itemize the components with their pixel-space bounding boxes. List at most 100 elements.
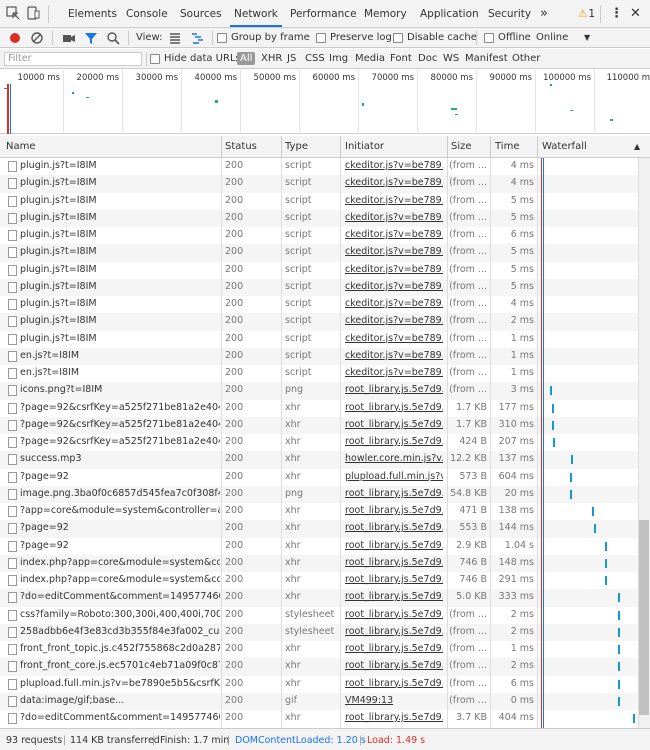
throttling-select[interactable]: Online [536,32,568,43]
request-name[interactable]: plugin.js?t=I8IM [20,212,220,223]
filter-type-other[interactable]: Other [512,53,540,64]
filter-type-media[interactable]: Media [355,53,385,64]
overview-icon[interactable] [190,31,204,45]
warnings-indicator[interactable]: ⚠1 [578,0,595,27]
request-initiator[interactable]: ckeditor.js?v=be789... [345,367,443,378]
filter-type-ws[interactable]: WS [443,53,459,64]
request-initiator[interactable]: root_library.js.5e7d9... [345,522,443,533]
request-name[interactable]: css?family=Roboto:300,300i,400,400i,700,… [20,609,220,620]
filter-type-css[interactable]: CSS [305,53,325,64]
request-initiator[interactable]: root_library.js.5e7d9... [345,488,443,499]
filter-icon[interactable] [84,31,98,45]
large-rows-icon[interactable] [168,31,182,45]
request-name[interactable]: plupload.full.min.js?v=be7890e5b5&csrfKe… [20,678,220,689]
tab-elements[interactable]: Elements [68,0,117,27]
request-initiator[interactable]: root_library.js.5e7d9... [345,574,443,585]
request-initiator[interactable]: root_library.js.5e7d9... [345,591,443,602]
tab-memory[interactable]: Memory [364,0,407,27]
column-header-time[interactable]: Time [495,141,519,152]
request-initiator[interactable]: root_library.js.5e7d9... [345,436,443,447]
filter-type-js[interactable]: JS [287,53,296,64]
filter-input[interactable]: Filter [4,52,142,66]
preserve-log-checkbox[interactable] [316,33,326,43]
request-name[interactable]: plugin.js?t=I8IM [20,195,220,206]
close-icon[interactable]: ✕ [630,0,641,27]
search-icon[interactable] [106,31,120,45]
request-name[interactable]: plugin.js?t=I8IM [20,315,220,326]
request-name[interactable]: image.png.3ba0f0c6857d545fea7c0f308f4a..… [20,488,220,499]
request-initiator[interactable]: root_library.js.5e7d9... [345,660,443,671]
request-name[interactable]: ?do=editComment&comment=149577460... [20,591,220,602]
tab-network[interactable]: Network [230,0,282,27]
request-name[interactable]: ?page=92&csrfKey=a525f271be81a2e404b... [20,419,220,430]
request-name[interactable]: index.php?app=core&module=system&co... [20,574,220,585]
filter-type-all[interactable]: All [237,52,256,65]
disable-cache-checkbox[interactable] [393,33,403,43]
request-initiator[interactable]: ckeditor.js?v=be789... [345,333,443,344]
request-name[interactable]: ?page=92 [20,540,220,551]
request-name[interactable]: plugin.js?t=I8IM [20,264,220,275]
request-initiator[interactable]: ckeditor.js?v=be789... [345,229,443,240]
tab-security[interactable]: Security [488,0,531,27]
request-initiator[interactable]: ckeditor.js?v=be789... [345,350,443,361]
request-initiator[interactable]: root_library.js.5e7d9... [345,712,443,723]
request-name[interactable]: ?page=92&csrfKey=a525f271be81a2e404b... [20,402,220,413]
request-name[interactable]: front_front_core.js.ec5701c4eb71a09f0c87… [20,660,220,671]
filter-type-img[interactable]: Img [329,53,348,64]
request-initiator[interactable]: ckeditor.js?v=be789... [345,160,443,171]
column-header-initiator[interactable]: Initiator [345,141,384,152]
request-name[interactable]: data:image/gif;base... [20,695,220,706]
request-initiator[interactable]: ckeditor.js?v=be789... [345,212,443,223]
chevron-down-icon[interactable]: ▼ [584,33,590,42]
column-header-size[interactable]: Size [451,141,472,152]
request-initiator[interactable]: ckeditor.js?v=be789... [345,281,443,292]
request-name[interactable]: plugin.js?t=I8IM [20,246,220,257]
request-initiator[interactable]: root_library.js.5e7d9... [345,609,443,620]
camera-icon[interactable] [62,31,76,45]
more-options-icon[interactable]: ⋮ [610,0,623,27]
request-name[interactable]: plugin.js?t=I8IM [20,333,220,344]
request-name[interactable]: en.js?t=I8IM [20,367,220,378]
request-name[interactable]: ?page=92 [20,471,220,482]
request-initiator[interactable]: root_library.js.5e7d9... [345,505,443,516]
filter-type-font[interactable]: Font [390,53,412,64]
request-name[interactable]: index.php?app=core&module=system&co... [20,557,220,568]
record-icon[interactable] [8,31,22,45]
request-name[interactable]: icons.png?t=I8IM [20,384,220,395]
more-tabs-button[interactable]: » [540,0,548,27]
request-initiator[interactable]: root_library.js.5e7d9... [345,678,443,689]
request-initiator[interactable]: ckeditor.js?v=be789... [345,177,443,188]
device-toolbar-icon[interactable] [26,6,40,20]
request-name[interactable]: success.mp3 [20,453,220,464]
offline-checkbox[interactable] [484,33,494,43]
request-name[interactable]: en.js?t=I8IM [20,350,220,361]
filter-type-manifest[interactable]: Manifest [465,53,508,64]
request-initiator[interactable]: ckeditor.js?v=be789... [345,315,443,326]
request-name[interactable]: plugin.js?t=I8IM [20,298,220,309]
hide-data-urls-checkbox[interactable] [150,54,160,64]
request-name[interactable]: 258adbb6e4f3e83cd3b355f84e3fa002_cust... [20,626,220,637]
column-header-type[interactable]: Type [285,141,308,152]
filter-type-doc[interactable]: Doc [418,53,437,64]
scrollbar-thumb[interactable] [639,520,649,715]
request-name[interactable]: plugin.js?t=I8IM [20,229,220,240]
tab-console[interactable]: Console [126,0,168,27]
request-initiator[interactable]: root_library.js.5e7d9... [345,419,443,430]
request-initiator[interactable]: root_library.js.5e7d9... [345,643,443,654]
request-name[interactable]: front_front_topic.js.c452f755868c2d0a287… [20,643,220,654]
request-name[interactable]: ?app=core&module=system&controller=aj... [20,505,220,516]
filter-type-xhr[interactable]: XHR [261,53,282,64]
request-initiator[interactable]: ckeditor.js?v=be789... [345,264,443,275]
request-name[interactable]: plugin.js?t=I8IM [20,160,220,171]
request-name[interactable]: plugin.js?t=I8IM [20,281,220,292]
request-initiator[interactable]: ckeditor.js?v=be789... [345,298,443,309]
tab-sources[interactable]: Sources [180,0,222,27]
request-initiator[interactable]: VM499:13 [345,695,443,706]
request-name[interactable]: plugin.js?t=I8IM [20,177,220,188]
clear-icon[interactable] [30,31,44,45]
request-name[interactable]: ?page=92&csrfKey=a525f271be81a2e404b... [20,436,220,447]
request-name[interactable]: ?page=92 [20,522,220,533]
sort-up-icon[interactable]: ▲ [634,142,640,151]
tab-performance[interactable]: Performance [290,0,357,27]
column-header-status[interactable]: Status [225,141,257,152]
